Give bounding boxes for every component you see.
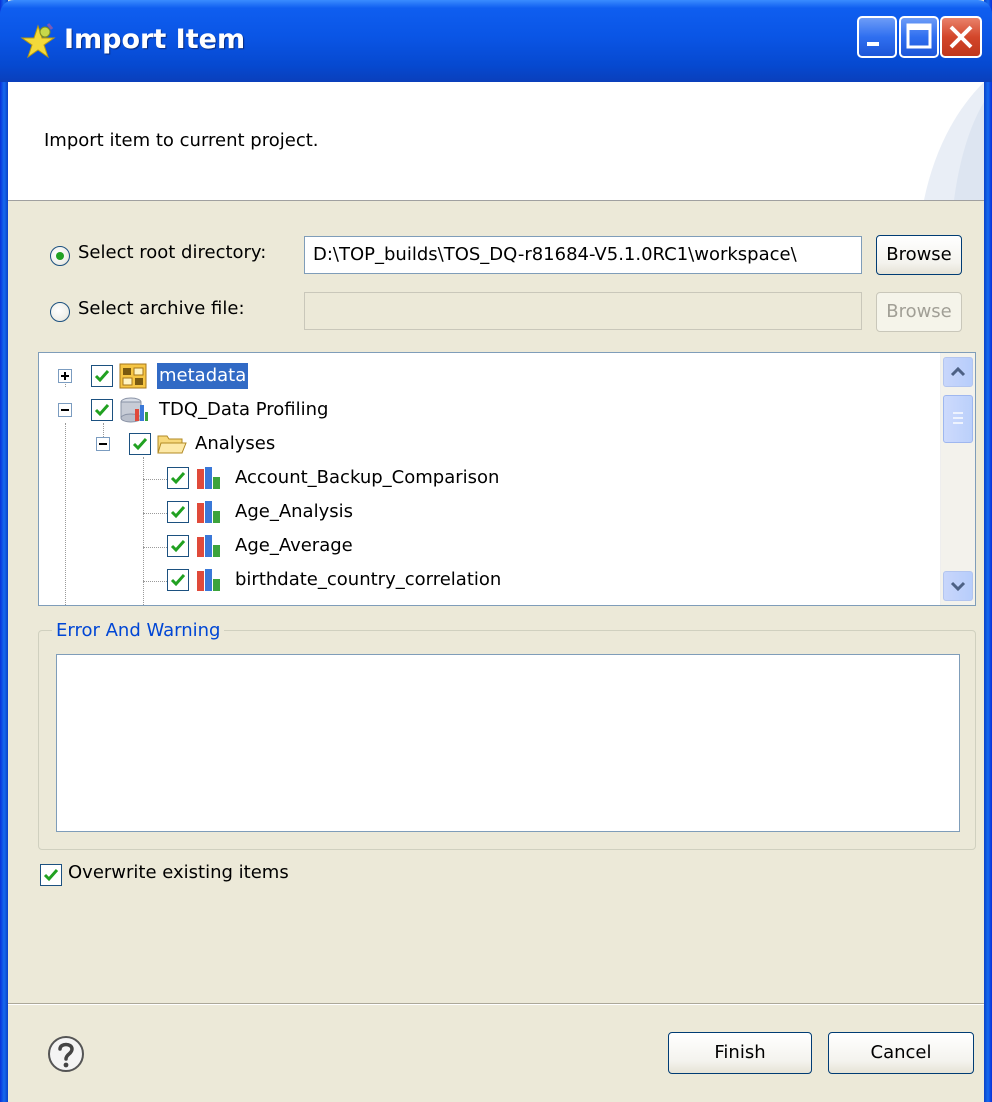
metadata-icon: [119, 363, 147, 389]
check-icon: [170, 574, 186, 587]
chevron-up-icon: [950, 366, 966, 377]
grip-icon: [953, 412, 963, 424]
maximize-icon: [906, 23, 932, 49]
tree-node-analyses[interactable]: Analyses: [39, 429, 359, 459]
items-tree[interactable]: metadata TDQ_Data Profiling Analyses Acc…: [38, 352, 976, 606]
tree-node-label: TDQ_Data Profiling: [159, 399, 329, 420]
close-button[interactable]: [940, 16, 982, 58]
check-icon: [170, 540, 186, 553]
tree-checkbox[interactable]: [167, 467, 189, 489]
tree-node-metadata[interactable]: metadata: [39, 361, 299, 391]
help-icon[interactable]: [46, 1034, 86, 1074]
close-icon: [949, 25, 973, 49]
overwrite-checkbox[interactable]: [40, 864, 62, 886]
tree-node-project[interactable]: TDQ_Data Profiling: [39, 395, 399, 425]
window-frame-left: [0, 0, 8, 1102]
tree-node-analysis[interactable]: Age_Analysis: [39, 497, 439, 527]
root-directory-input[interactable]: D:\TOP_builds\TOS_DQ-r81684-V5.1.0RC1\wo…: [304, 236, 862, 274]
import-item-dialog: Import Item Import item to current proje…: [0, 0, 992, 1102]
finish-button[interactable]: Finish: [668, 1032, 812, 1074]
title-bar[interactable]: Import Item: [0, 0, 992, 82]
cancel-button[interactable]: Cancel: [828, 1032, 974, 1074]
tree-node-analysis[interactable]: Age_Average: [39, 531, 439, 561]
minimize-button[interactable]: [857, 16, 897, 58]
app-star-icon: [20, 23, 56, 59]
minimize-icon: [867, 42, 879, 46]
analysis-icon: [197, 467, 220, 489]
collapse-icon[interactable]: [96, 437, 110, 451]
analysis-icon: [197, 569, 220, 591]
tree-node-analysis[interactable]: birthdate_country_correlation: [39, 565, 559, 595]
tree-checkbox[interactable]: [167, 569, 189, 591]
browse-directory-button[interactable]: Browse: [876, 235, 962, 275]
check-icon: [43, 869, 59, 882]
tree-node-label: Account_Backup_Comparison: [235, 467, 500, 488]
browse-archive-button[interactable]: Browse: [876, 292, 962, 332]
project-icon: [120, 397, 148, 423]
radio-selected-dot: [56, 252, 64, 260]
tree-node-label: Age_Average: [235, 535, 353, 556]
tree-checkbox[interactable]: [91, 365, 113, 387]
check-icon: [170, 472, 186, 485]
header-banner: Import item to current project.: [8, 82, 984, 201]
tree-checkbox[interactable]: [91, 399, 113, 421]
tree-checkbox[interactable]: [167, 535, 189, 557]
expand-icon[interactable]: [58, 369, 72, 383]
window-frame-right: [984, 0, 992, 1102]
chevron-down-icon: [950, 581, 966, 592]
banner-description: Import item to current project.: [44, 130, 319, 151]
folder-icon: [157, 435, 187, 454]
root-directory-label: Select root directory:: [78, 242, 267, 263]
banner-decoration: [924, 82, 984, 200]
analysis-icon: [197, 501, 220, 523]
footer-separator: [8, 1003, 984, 1005]
tree-node-label: birthdate_country_correlation: [235, 569, 502, 590]
tree-checkbox[interactable]: [129, 433, 151, 455]
error-warning-title: Error And Warning: [52, 620, 225, 641]
check-icon: [94, 404, 110, 417]
window-title: Import Item: [64, 24, 246, 55]
scroll-down-button[interactable]: [943, 571, 973, 601]
archive-file-radio[interactable]: [50, 302, 70, 322]
maximize-button[interactable]: [899, 16, 939, 58]
tree-checkbox[interactable]: [167, 501, 189, 523]
error-warning-messages[interactable]: [56, 654, 960, 832]
check-icon: [94, 370, 110, 383]
tree-node-label: Age_Analysis: [235, 501, 353, 522]
archive-file-input[interactable]: [304, 292, 862, 330]
scroll-thumb[interactable]: [943, 395, 973, 443]
collapse-icon[interactable]: [58, 403, 72, 417]
tree-node-analysis[interactable]: Account_Backup_Comparison: [39, 463, 559, 493]
tree-node-label: Analyses: [195, 433, 276, 454]
tree-node-label: metadata: [157, 363, 249, 389]
archive-file-label: Select archive file:: [78, 298, 245, 319]
overwrite-label: Overwrite existing items: [68, 862, 289, 883]
scroll-up-button[interactable]: [943, 357, 973, 387]
root-directory-radio[interactable]: [50, 246, 70, 266]
analysis-icon: [197, 535, 220, 557]
check-icon: [132, 438, 148, 451]
tree-scrollbar[interactable]: [940, 353, 975, 605]
check-icon: [170, 506, 186, 519]
